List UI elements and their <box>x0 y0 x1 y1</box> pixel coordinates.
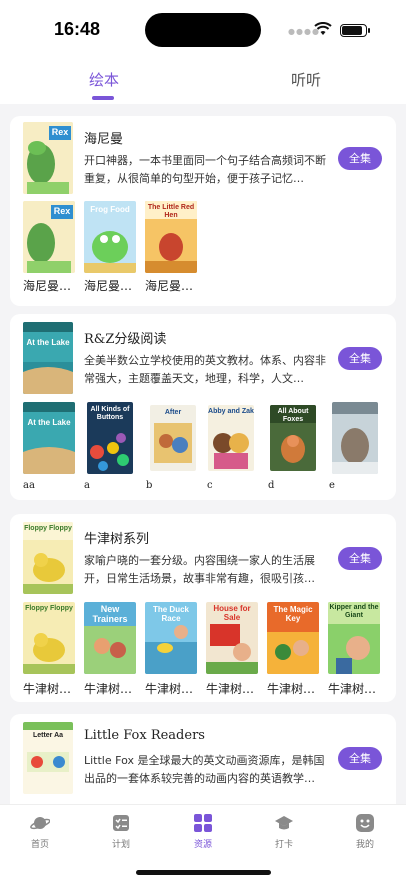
series-cover: Floppy Floppy <box>23 522 73 594</box>
view-all-button[interactable]: 全集 <box>338 147 382 170</box>
status-bar: 16:48 ●●●● <box>0 0 406 58</box>
series-title: Little Fox Readers <box>84 728 205 743</box>
series-card-oxford[interactable]: Floppy Floppy 牛津树系列 家喻户晓的一套分级。内容围绕一家人的生活… <box>10 514 396 702</box>
book-thumb-title: Floppy Floppy <box>25 605 73 612</box>
book-label: d <box>268 480 275 491</box>
grid-icon <box>194 814 212 832</box>
book-thumb-title: Abby and Zak <box>208 408 254 415</box>
book-thumb[interactable]: All About Foxes <box>270 405 316 471</box>
graduation-cap-icon <box>275 816 293 830</box>
home-indicator <box>136 870 271 875</box>
series-description: 家喻户晓的一套分级。内容围绕一家人的生活展开，日常生活场景，故事非常有趣，很吸引… <box>84 554 315 585</box>
series-description: 全美半数公立学校使用的英文教材。体系、内容非常强大，主题覆盖天文，地理，科学，人… <box>84 354 326 385</box>
series-cover: At the Lake <box>23 322 73 394</box>
series-cover: Rex <box>23 122 73 194</box>
resource-list[interactable]: Rex 海尼曼 开口神器，一本书里面同一个句子结合高频词不断重复，从很简单的句型… <box>0 104 406 804</box>
dynamic-island <box>145 13 261 47</box>
book-thumb-title: New Trainers <box>92 604 128 624</box>
series-card-raz[interactable]: At the Lake R&Z分级阅读 全美半数公立学校使用的英文教材。体系、内… <box>10 314 396 500</box>
nav-label: 首页 <box>30 840 49 850</box>
nav-resources[interactable]: 资源 <box>173 813 233 850</box>
book-label: 牛津树… <box>206 682 255 696</box>
nav-plan[interactable]: 计划 <box>91 813 151 850</box>
tab-picture-books[interactable]: 绘本 <box>89 69 119 90</box>
book-label: 牛津树… <box>267 682 316 696</box>
top-tabs: 绘本 听听 <box>0 58 406 104</box>
book-thumb-title: The Magic Key <box>273 605 313 623</box>
series-description: Little Fox 是全球最大的英文动画资源库，是韩国出品的一套体系较完善的动… <box>84 754 325 785</box>
book-label: 海尼曼… <box>23 279 72 293</box>
book-thumb-title: All About Foxes <box>277 408 309 423</box>
book-thumb[interactable]: The Duck Race <box>145 602 197 674</box>
status-time: 16:48 <box>54 19 101 39</box>
book-label: 牛津树… <box>328 682 377 696</box>
cover-title: Floppy Floppy <box>24 525 72 532</box>
cover-title: Rex <box>51 127 69 137</box>
tab-listen[interactable]: 听听 <box>291 69 321 90</box>
book-label: e <box>329 480 335 491</box>
book-thumb-title: At the Lake <box>27 418 71 427</box>
book-thumb[interactable]: House for Sale <box>206 602 258 674</box>
book-label: 牛津树… <box>84 682 133 696</box>
cover-title: Letter Aa <box>32 732 64 739</box>
book-label: aa <box>23 480 35 491</box>
book-label: 牛津树… <box>145 682 194 696</box>
book-label: 海尼曼… <box>84 279 133 293</box>
book-thumb[interactable]: Floppy Floppy <box>23 602 75 674</box>
view-all-button[interactable]: 全集 <box>338 347 382 370</box>
book-label: 海尼曼… <box>145 279 194 293</box>
book-thumb[interactable]: Rex <box>23 201 75 273</box>
planet-icon <box>30 817 50 830</box>
book-thumb-title: The Duck Race <box>152 605 189 623</box>
book-thumb-title: Rex <box>53 206 71 216</box>
view-all-button[interactable]: 全集 <box>338 547 382 570</box>
smiley-face-icon <box>356 814 374 832</box>
series-title: R&Z分级阅读 <box>84 332 167 347</box>
book-thumb[interactable]: New Trainers <box>84 602 136 674</box>
view-all-button[interactable]: 全集 <box>338 747 382 770</box>
book-label: 牛津树… <box>23 682 72 696</box>
book-thumb[interactable]: Kipper and the Giant <box>328 602 380 674</box>
series-title: 牛津树系列 <box>84 532 150 547</box>
series-cover: Letter Aa <box>23 722 73 794</box>
series-card-heinemann[interactable]: Rex 海尼曼 开口神器，一本书里面同一个句子结合高频词不断重复，从很简单的句型… <box>10 116 396 306</box>
tab-indicator <box>92 96 114 100</box>
battery-icon <box>340 24 370 37</box>
book-thumb[interactable] <box>332 402 378 474</box>
wifi-icon <box>314 22 332 35</box>
nav-label: 计划 <box>111 840 130 850</box>
book-thumb[interactable]: All Kinds of Buttons <box>87 402 133 474</box>
book-thumb-title: After <box>164 409 182 416</box>
series-card-little-fox[interactable]: Letter Aa Little Fox Readers Little Fox … <box>10 714 396 804</box>
book-thumb-title: Kipper and the Giant <box>329 604 379 619</box>
book-thumb[interactable]: The Magic Key <box>267 602 319 674</box>
book-thumb[interactable]: The Little Red Hen <box>145 201 197 273</box>
book-thumb-title: Frog Food <box>90 205 130 214</box>
nav-checkin[interactable]: 打卡 <box>254 813 314 850</box>
nav-label: 打卡 <box>274 840 293 850</box>
book-thumb[interactable]: Frog Food <box>84 201 136 273</box>
book-label: a <box>84 480 90 491</box>
book-thumb[interactable]: After <box>150 405 196 471</box>
nav-label: 我的 <box>355 840 374 850</box>
series-description: 开口神器，一本书里面同一个句子结合高频词不断重复，从很简单的句型开始，便于孩子记… <box>84 154 326 185</box>
nav-home[interactable]: 首页 <box>10 813 70 850</box>
book-label: b <box>146 480 153 491</box>
book-thumb[interactable]: At the Lake <box>23 402 75 474</box>
book-thumb-title: The Little Red Hen <box>147 204 195 219</box>
book-label: c <box>207 480 213 491</box>
nav-label: 资源 <box>193 840 212 850</box>
cover-title: At the Lake <box>26 338 70 347</box>
book-thumb[interactable]: Abby and Zak <box>208 405 254 471</box>
book-thumb-title: House for Sale <box>213 604 251 622</box>
series-title: 海尼曼 <box>84 132 124 147</box>
checklist-icon <box>113 815 129 831</box>
book-thumb-title: All Kinds of Buttons <box>90 406 130 421</box>
nav-profile[interactable]: 我的 <box>335 813 395 850</box>
